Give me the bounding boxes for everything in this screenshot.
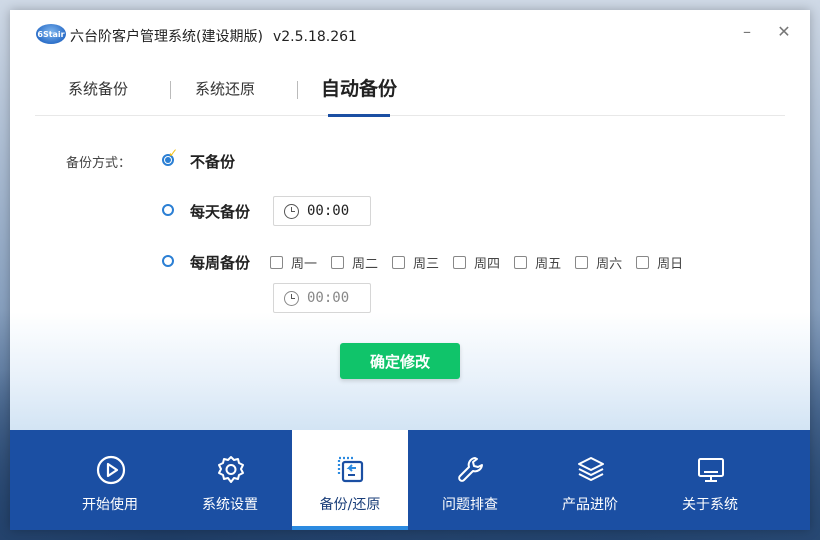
backup-mode-label: 备份方式：: [66, 156, 132, 171]
checkbox[interactable]: [575, 255, 589, 269]
tab-system-backup[interactable]: 系统备份: [53, 68, 143, 116]
checkbox[interactable]: [636, 255, 650, 269]
clock-icon: [284, 290, 299, 306]
nav-about-system[interactable]: 关于系统: [652, 430, 768, 530]
checkbox[interactable]: [270, 255, 283, 269]
backup-restore-icon: [337, 456, 364, 483]
day-thursday[interactable]: 周四: [453, 254, 501, 272]
tab-separator: [170, 81, 171, 99]
day-label: 周五: [535, 256, 562, 272]
day-label: 周六: [596, 256, 623, 272]
weekly-time-picker[interactable]: 00:00: [273, 283, 371, 313]
nav-label: 系统设置: [202, 497, 258, 513]
tab-bar: 系统备份 系统还原 自动备份: [35, 68, 785, 117]
nav-getting-started[interactable]: 开始使用: [52, 430, 168, 530]
radio-weekly-backup[interactable]: [162, 255, 174, 267]
day-friday[interactable]: 周五: [514, 254, 562, 272]
minimize-button[interactable]: –: [737, 22, 757, 42]
window-title: 六台阶客户管理系统(建设期版) v2.5.18.261: [70, 26, 357, 46]
tab-auto-backup[interactable]: 自动备份: [309, 68, 409, 117]
tab-separator: [297, 81, 298, 99]
daily-backup-label: 每天备份: [190, 203, 251, 221]
day-label: 周日: [657, 256, 684, 272]
confirm-change-button[interactable]: 确定修改: [340, 343, 460, 379]
daily-time-value: 00:00: [307, 203, 350, 219]
nav-label: 关于系统: [682, 497, 738, 513]
app-window: 6Stair 六台阶客户管理系统(建设期版) v2.5.18.261 – ✕ 系统…: [10, 10, 810, 530]
app-name: 六台阶客户管理系统(建设期版): [70, 29, 263, 45]
tab-label: 系统还原: [194, 80, 255, 98]
checkbox[interactable]: [392, 255, 406, 269]
day-saturday[interactable]: 周六: [575, 254, 623, 272]
wrench-icon: [458, 457, 483, 482]
nav-label: 产品进阶: [562, 497, 618, 513]
weekly-time-value: 00:00: [307, 290, 350, 306]
app-version: v2.5.18.261: [272, 29, 357, 45]
nav-product-advanced[interactable]: 产品进阶: [532, 430, 648, 530]
layers-icon: [578, 457, 604, 481]
checkbox[interactable]: [514, 255, 528, 269]
monitor-icon: [698, 458, 724, 482]
weekday-checkboxes: 周一 周二 周三 周四 周五 周六 周日: [270, 254, 697, 272]
tab-system-restore[interactable]: 系统还原: [180, 68, 270, 116]
active-nav-indicator: [292, 526, 408, 530]
day-sunday[interactable]: 周日: [636, 254, 684, 272]
nav-label: 开始使用: [82, 497, 138, 513]
selected-check-icon: ✓: [168, 146, 179, 160]
close-button[interactable]: ✕: [774, 22, 794, 42]
daily-time-picker[interactable]: 00:00: [273, 196, 371, 226]
day-tuesday[interactable]: 周二: [331, 254, 379, 272]
title-bar: 6Stair 六台阶客户管理系统(建设期版) v2.5.18.261 – ✕: [10, 10, 810, 60]
day-monday[interactable]: 周一: [270, 254, 318, 272]
checkbox[interactable]: [453, 255, 467, 269]
day-wednesday[interactable]: 周三: [392, 254, 440, 272]
nav-troubleshooting[interactable]: 问题排查: [412, 430, 528, 530]
day-label: 周二: [352, 256, 379, 272]
no-backup-label: 不备份: [190, 153, 236, 171]
checkbox[interactable]: [331, 255, 345, 269]
tab-label: 自动备份: [320, 78, 397, 100]
day-label: 周三: [413, 256, 440, 272]
nav-backup-restore[interactable]: 备份/还原: [292, 430, 408, 530]
tab-label: 系统备份: [67, 80, 128, 98]
weekly-backup-label: 每周备份: [190, 254, 251, 272]
nav-label: 备份/还原: [319, 497, 381, 513]
day-label: 周四: [474, 256, 501, 272]
play-icon: [96, 455, 126, 485]
clock-icon: [284, 203, 299, 219]
nav-label: 问题排查: [442, 497, 498, 513]
bottom-navigation: 开始使用 系统设置 备份/还原 问题排查 产品进阶 关于系统: [10, 430, 810, 530]
radio-daily-backup[interactable]: [162, 204, 174, 216]
nav-system-settings[interactable]: 系统设置: [172, 430, 288, 530]
active-tab-indicator: [328, 114, 390, 117]
gear-icon: [218, 456, 244, 483]
app-logo: 6Stair: [36, 24, 66, 44]
day-label: 周一: [291, 256, 318, 272]
